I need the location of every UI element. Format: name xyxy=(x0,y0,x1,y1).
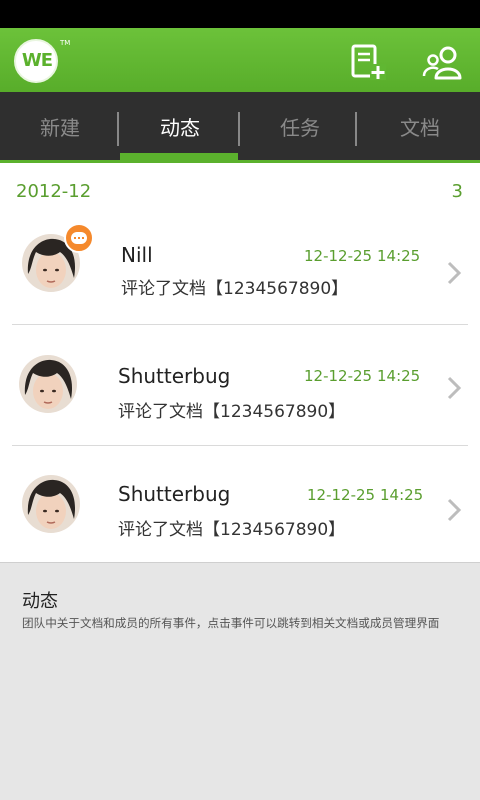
tab-divider xyxy=(355,112,357,146)
tab-divider xyxy=(238,112,240,146)
member-name: Nill xyxy=(121,243,153,267)
new-document-button[interactable] xyxy=(348,44,388,80)
event-date: 12-12-25 xyxy=(304,247,373,265)
new-document-icon xyxy=(351,44,386,80)
tab-new[interactable]: 新建 xyxy=(0,92,120,160)
event-description: 评论了文档【1234567890】 xyxy=(118,520,346,540)
avatar xyxy=(19,355,77,413)
event-description: 评论了文档【1234567890】 xyxy=(118,402,346,422)
chevron-right-icon xyxy=(447,261,462,285)
feed-item[interactable]: Shutterbug 12-12-25 14:25 评论了文档【12345678… xyxy=(0,325,480,445)
month-label: 2012-12 xyxy=(16,181,92,202)
event-time: 14:25 xyxy=(377,247,421,265)
info-description: 团队中关于文档和成员的所有事件，点击事件可以跳转到相关文档或成员管理界面 xyxy=(22,616,440,630)
tab-activity[interactable]: 动态 xyxy=(120,92,240,160)
contacts-icon xyxy=(422,46,462,80)
info-title: 动态 xyxy=(22,591,58,612)
event-description: 评论了文档【1234567890】 xyxy=(121,279,349,299)
event-date: 12-12-25 xyxy=(307,486,376,504)
month-header: 2012-12 3 xyxy=(0,163,480,209)
chevron-right-icon xyxy=(447,498,462,522)
tab-divider xyxy=(117,112,119,146)
app-bar: WE TM xyxy=(0,28,480,92)
active-tab-indicator xyxy=(120,153,238,160)
comment-badge-icon xyxy=(64,223,94,253)
tab-documents[interactable]: 文档 xyxy=(360,92,480,160)
member-name: Shutterbug xyxy=(118,482,231,506)
contacts-button[interactable] xyxy=(422,44,462,80)
member-name: Shutterbug xyxy=(118,364,231,388)
feed-item[interactable]: Shutterbug 12-12-25 14:25 评论了文档【12345678… xyxy=(0,446,480,562)
status-bar xyxy=(0,0,480,28)
app-logo: WE TM xyxy=(14,39,70,83)
event-time: 14:25 xyxy=(380,486,424,504)
avatar xyxy=(22,475,80,533)
feed-item[interactable]: Nill 12-12-25 14:25 评论了文档【1234567890】 xyxy=(0,204,480,324)
event-time: 14:25 xyxy=(377,367,421,385)
info-panel: 动态 团队中关于文档和成员的所有事件，点击事件可以跳转到相关文档或成员管理界面 xyxy=(0,562,480,800)
chevron-right-icon xyxy=(447,376,462,400)
tab-bar: 新建 动态 任务 文档 xyxy=(0,92,480,160)
tab-tasks[interactable]: 任务 xyxy=(240,92,360,160)
month-count: 3 xyxy=(451,181,463,202)
event-date: 12-12-25 xyxy=(304,367,373,385)
